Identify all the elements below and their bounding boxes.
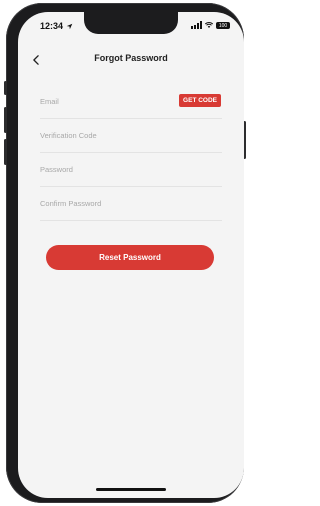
verification-code-field-row — [40, 119, 222, 153]
wifi-icon — [205, 21, 213, 28]
location-arrow-icon — [66, 23, 72, 30]
volume-up-button — [4, 107, 7, 133]
password-input[interactable] — [40, 161, 150, 177]
volume-down-button — [4, 139, 7, 165]
home-indicator — [96, 488, 166, 491]
battery-icon: 100 — [216, 21, 230, 29]
email-input[interactable] — [40, 93, 150, 109]
get-code-button[interactable]: GET CODE — [179, 94, 221, 107]
page-title: Forgot Password — [94, 53, 168, 63]
status-icons: 100 — [191, 21, 230, 29]
mute-switch — [4, 81, 7, 95]
notch — [84, 12, 178, 34]
reset-password-button[interactable]: Reset Password — [46, 245, 214, 270]
app-screen: 12:34 100 Forgot Password GET CODE — [18, 12, 244, 498]
confirm-password-input[interactable] — [40, 195, 150, 211]
status-time: 12:34 — [40, 21, 73, 31]
cellular-signal-icon — [191, 21, 202, 29]
nav-bar: Forgot Password — [18, 50, 244, 70]
status-time-text: 12:34 — [40, 21, 64, 31]
battery-level: 100 — [218, 22, 228, 29]
confirm-password-field-row — [40, 187, 222, 221]
email-field-row: GET CODE — [40, 85, 222, 119]
verification-code-input[interactable] — [40, 127, 150, 143]
password-field-row — [40, 153, 222, 187]
